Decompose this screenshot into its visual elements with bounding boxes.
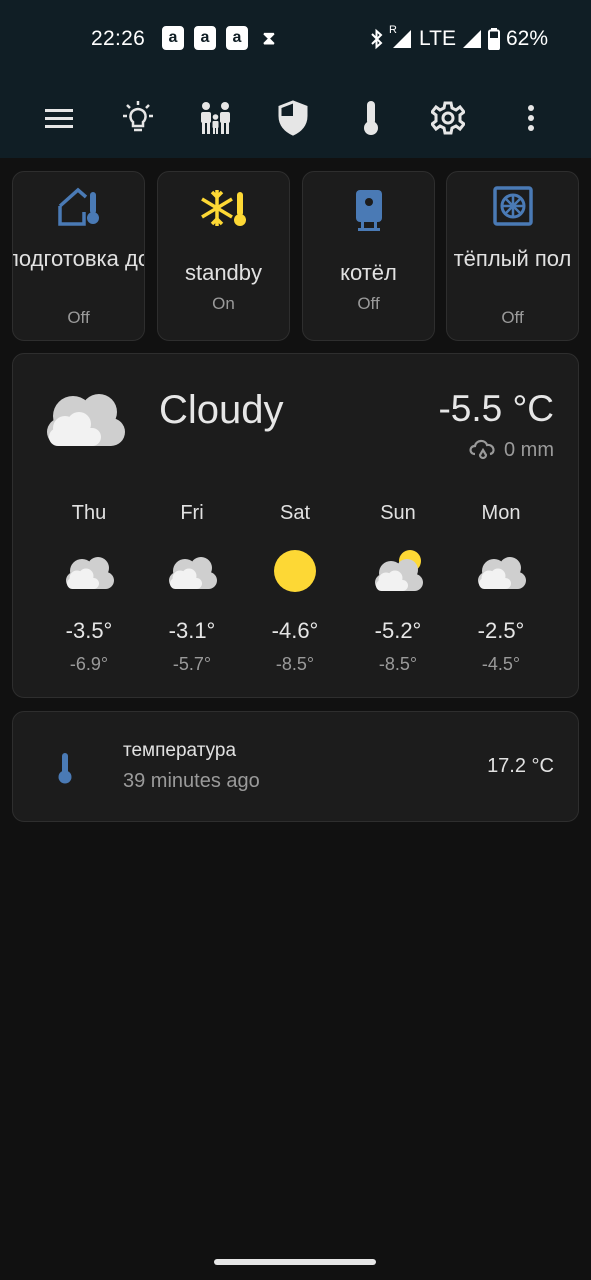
forecast-day-name: Sat <box>279 502 311 524</box>
hourglass-icon: ⧗ <box>262 28 276 48</box>
partly-cloudy-icon <box>348 540 448 602</box>
tile-state: Off <box>501 308 524 327</box>
heating-coil-icon <box>447 186 578 232</box>
forecast-high: -3.1° <box>168 618 216 643</box>
weather-temperature: -5.5 °C <box>438 388 554 429</box>
forecast-day-name: Mon <box>481 502 521 524</box>
precipitation-value: 0 mm <box>504 438 554 461</box>
gesture-bar[interactable] <box>214 1259 376 1265</box>
toolbar <box>0 80 591 238</box>
shield-icon[interactable] <box>273 98 313 138</box>
status-right: R LTE 62% <box>369 24 548 51</box>
forecast-low: -4.5° <box>481 654 521 674</box>
tile-name: standby <box>184 260 263 285</box>
forecast-day-name: Thu <box>71 502 107 524</box>
sensor-name: температура <box>123 740 237 761</box>
menu-icon[interactable] <box>40 98 80 138</box>
cloudy-icon <box>142 540 242 602</box>
sunny-icon <box>245 540 345 602</box>
sensor-last-changed: 39 minutes ago <box>123 770 260 792</box>
cloudy-icon <box>43 384 127 453</box>
forecast-high: -3.5° <box>65 618 113 643</box>
cloudy-icon <box>39 540 139 602</box>
forecast-day-name: Fri <box>180 502 204 524</box>
forecast-high: -4.6° <box>271 618 319 643</box>
weather-card[interactable]: Cloudy -5.5 °C 0 mm Thu -3.5° -6.9° Fri … <box>12 353 579 698</box>
status-bar: 22:26 a a a ⧗ R LTE 62% <box>0 0 591 80</box>
signal-roaming-icon: R <box>389 24 413 50</box>
signal-icon <box>462 29 482 49</box>
sensor-value: 17.2 °C <box>487 755 554 777</box>
weather-condition: Cloudy <box>159 388 284 432</box>
gear-icon[interactable] <box>428 98 468 138</box>
entity-tiles: подготовка дома Off standby On котёл Off… <box>12 171 579 341</box>
forecast-low: -6.9° <box>69 654 109 674</box>
forecast-low: -8.5° <box>275 654 315 674</box>
cloudy-icon <box>451 540 551 602</box>
tile-floor-heating[interactable]: тёплый пол Off <box>446 171 579 341</box>
forecast-low: -8.5° <box>378 654 418 674</box>
forecast-low: -5.7° <box>172 654 212 674</box>
tile-name: тёплый пол <box>453 246 572 271</box>
notification-app-icon: a <box>194 26 216 50</box>
weather-precipitation: 0 mm <box>468 438 554 462</box>
battery-percent: 62% <box>505 27 548 50</box>
notification-app-icon: a <box>226 26 248 50</box>
sensor-card[interactable]: температура 39 minutes ago 17.2 °C <box>12 711 579 822</box>
tile-boiler[interactable]: котёл Off <box>302 171 435 341</box>
thermometer-icon <box>57 752 73 789</box>
tile-standby[interactable]: standby On <box>157 171 290 341</box>
forecast-day: Fri -3.1° -5.7° <box>142 502 242 675</box>
rain-cloud-icon <box>469 439 495 460</box>
tile-name: котёл <box>340 260 397 285</box>
home-thermometer-icon <box>13 186 144 232</box>
forecast-day-name: Sun <box>380 502 416 524</box>
lightbulb-icon[interactable] <box>118 98 158 138</box>
more-vert-icon[interactable] <box>511 98 551 138</box>
forecast-day: Thu -3.5° -6.9° <box>39 502 139 675</box>
snowflake-thermometer-icon <box>158 186 289 232</box>
family-icon[interactable] <box>196 98 236 138</box>
notification-icons: a a a ⧗ <box>162 26 280 50</box>
forecast-day: Mon -2.5° -4.5° <box>451 502 551 675</box>
tile-home-preparation[interactable]: подготовка дома Off <box>12 171 145 341</box>
forecast-high: -5.2° <box>374 618 422 643</box>
tile-state: On <box>212 294 235 313</box>
bluetooth-icon <box>369 28 385 50</box>
tile-state: Off <box>67 308 90 327</box>
tile-name: подготовка дома <box>12 246 144 271</box>
forecast: Thu -3.5° -6.9° Fri -3.1° -5.7° Sat -4.6… <box>33 502 553 682</box>
thermometer-icon[interactable] <box>351 98 391 138</box>
forecast-high: -2.5° <box>477 618 525 643</box>
battery-icon <box>487 28 500 50</box>
status-time: 22:26 <box>91 27 146 50</box>
notification-app-icon: a <box>162 26 184 50</box>
water-boiler-icon <box>303 186 434 232</box>
roaming-indicator: R <box>389 24 397 36</box>
tile-state: Off <box>357 294 380 313</box>
forecast-day: Sun -5.2° -8.5° <box>348 502 448 675</box>
forecast-day: Sat -4.6° -8.5° <box>245 502 345 675</box>
network-type: LTE <box>419 27 456 50</box>
